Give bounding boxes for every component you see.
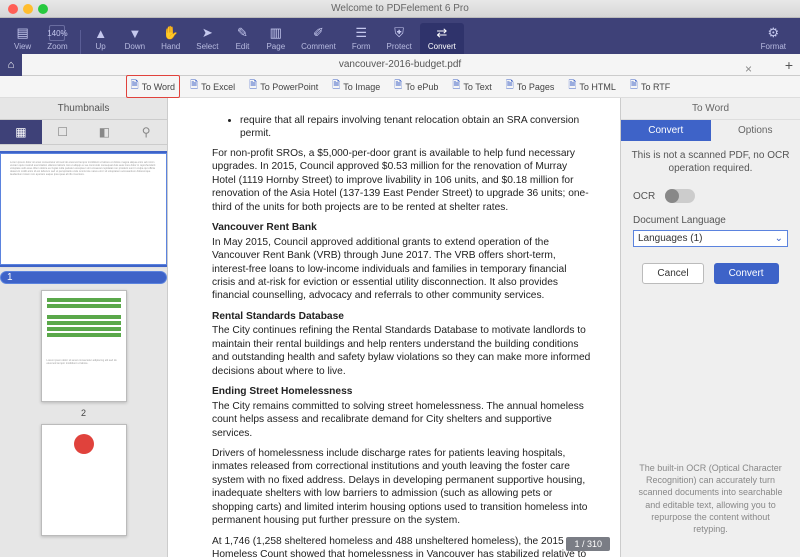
convert-button[interactable]: Convert <box>714 263 779 284</box>
window-title: Welcome to PDFelement 6 Pro <box>0 3 800 14</box>
page-thumbnail-2[interactable]: Lorem ipsum dolor sit amet consectetur a… <box>41 290 127 402</box>
to-html-button[interactable]: 🗎To HTML <box>564 76 620 97</box>
ocr-toggle[interactable] <box>665 189 695 203</box>
tab-options[interactable]: Options <box>711 120 800 141</box>
home-icon: ⌂ <box>8 59 15 71</box>
window-titlebar: Welcome to PDFelement 6 Pro <box>0 0 800 18</box>
text-icon: 🗎 <box>452 78 460 95</box>
form-icon: ☰ <box>353 25 369 41</box>
heading: Ending Street Homelessness <box>212 385 592 398</box>
language-select[interactable]: Languages (1)⌄ <box>633 230 788 247</box>
hand-tool[interactable]: ✋Hand <box>153 23 188 54</box>
image-icon: 🗎 <box>332 78 340 95</box>
close-tab-icon[interactable]: × <box>745 62 752 76</box>
pencil-icon: ✎ <box>234 25 250 41</box>
to-image-button[interactable]: 🗎To Image <box>328 76 384 97</box>
heading: Rental Standards Database <box>212 310 592 323</box>
paragraph: The City remains committed to solving st… <box>212 400 592 440</box>
shield-icon: ⛨ <box>391 25 407 41</box>
to-word-button[interactable]: 🗎To Word <box>126 75 180 98</box>
divider <box>80 30 81 54</box>
paragraph: For non-profit SROs, a $5,000-per-door g… <box>212 147 592 214</box>
page-thumbnail-3[interactable] <box>41 424 127 536</box>
format-icon: ⚙ <box>765 25 781 41</box>
convert-icon: ⇄ <box>434 25 450 41</box>
thumbnail-label-1: 1 <box>0 271 167 284</box>
tab-convert[interactable]: Convert <box>621 120 711 141</box>
to-pages-button[interactable]: 🗎To Pages <box>502 76 559 97</box>
sidebar-mode-tabs: ▦ ☐ ◧ ⚲ <box>0 119 167 145</box>
thumbnail-list: Lorem ipsum dolor sit amet consectetur e… <box>0 145 167 557</box>
ocr-status-message: This is not a scanned PDF, no OCR operat… <box>621 141 800 183</box>
to-powerpoint-button[interactable]: 🗎To PowerPoint <box>245 76 322 97</box>
arrow-down-icon: ▼ <box>127 25 143 41</box>
zoom-value: 140% <box>49 25 65 41</box>
comment-tool[interactable]: ✐Comment <box>293 23 344 54</box>
thumbnail-label-2: 2 <box>81 408 86 418</box>
bullet-item: require that all repairs involving tenan… <box>240 114 592 141</box>
page-tool[interactable]: ▥Page <box>258 23 293 54</box>
epub-icon: 🗎 <box>394 78 402 95</box>
sidebar-title: Thumbnails <box>0 98 167 119</box>
new-tab-button[interactable]: + <box>778 57 800 73</box>
paragraph: In May 2015, Council approved additional… <box>212 236 592 303</box>
chevron-down-icon: ⌄ <box>775 233 783 244</box>
document-viewport[interactable]: require that all repairs involving tenan… <box>168 98 620 557</box>
format-tool[interactable]: ⚙Format <box>753 23 794 54</box>
word-icon: 🗎 <box>131 78 139 95</box>
file-tab[interactable]: vancouver-2016-budget.pdf× <box>22 59 778 70</box>
paragraph: The City continues refining the Rental S… <box>212 324 592 378</box>
ocr-row: OCR <box>621 183 800 209</box>
down-tool[interactable]: ▼Down <box>117 23 153 54</box>
protect-tool[interactable]: ⛨Protect <box>379 23 420 54</box>
up-tool[interactable]: ▲Up <box>85 23 117 54</box>
language-label: Document Language <box>633 215 726 226</box>
ocr-label: OCR <box>633 191 655 202</box>
form-tool[interactable]: ☰Form <box>344 23 379 54</box>
convert-tool[interactable]: ⇄Convert <box>420 23 464 54</box>
hand-icon: ✋ <box>163 25 179 41</box>
panel-title: To Word <box>621 98 800 120</box>
cursor-icon: ➤ <box>199 25 215 41</box>
search-mode-icon[interactable]: ⚲ <box>125 120 167 144</box>
page-content: require that all repairs involving tenan… <box>168 98 620 557</box>
thumbnails-sidebar: Thumbnails ▦ ☐ ◧ ⚲ Lorem ipsum dolor sit… <box>0 98 168 557</box>
heading: Vancouver Rent Bank <box>212 221 592 234</box>
language-row: Document Language Languages (1)⌄ <box>621 209 800 253</box>
view-icon: ▤ <box>15 25 31 41</box>
view-tool[interactable]: ▤View <box>6 23 39 54</box>
thumbnails-mode-icon[interactable]: ▦ <box>0 120 42 144</box>
to-epub-button[interactable]: 🗎To ePub <box>390 76 442 97</box>
select-tool[interactable]: ➤Select <box>188 23 226 54</box>
rtf-icon: 🗎 <box>630 78 638 95</box>
html-icon: 🗎 <box>568 78 576 95</box>
convert-subtoolbar: 🗎To Word 🗎To Excel 🗎To PowerPoint 🗎To Im… <box>0 76 800 98</box>
page-icon: ▥ <box>268 25 284 41</box>
to-rtf-button[interactable]: 🗎To RTF <box>626 76 674 97</box>
excel-icon: 🗎 <box>190 78 198 95</box>
panel-tabs: Convert Options <box>621 120 800 141</box>
panel-buttons: Cancel Convert <box>621 253 800 294</box>
attachments-mode-icon[interactable]: ◧ <box>84 120 126 144</box>
ocr-help-text: The built-in OCR (Optical Character Reco… <box>621 452 800 545</box>
arrow-up-icon: ▲ <box>93 25 109 41</box>
ppt-icon: 🗎 <box>249 78 257 95</box>
convert-panel: To Word Convert Options This is not a sc… <box>620 98 800 557</box>
document-tabbar: ⌂ vancouver-2016-budget.pdf× + <box>0 54 800 76</box>
to-excel-button[interactable]: 🗎To Excel <box>186 76 239 97</box>
paragraph: Drivers of homelessness include discharg… <box>212 447 592 528</box>
bookmarks-mode-icon[interactable]: ☐ <box>42 120 84 144</box>
zoom-tool[interactable]: 140%Zoom <box>39 23 75 54</box>
to-text-button[interactable]: 🗎To Text <box>448 76 495 97</box>
main-toolbar: ▤View 140%Zoom ▲Up ▼Down ✋Hand ➤Select ✎… <box>0 18 800 54</box>
cancel-button[interactable]: Cancel <box>642 263 703 284</box>
comment-icon: ✐ <box>311 25 327 41</box>
page-indicator[interactable]: 1 / 310 <box>566 537 610 551</box>
page-thumbnail-1[interactable]: Lorem ipsum dolor sit amet consectetur e… <box>0 153 167 265</box>
edit-tool[interactable]: ✎Edit <box>226 23 258 54</box>
paragraph: At 1,746 (1,258 sheltered homeless and 4… <box>212 535 592 557</box>
home-tab[interactable]: ⌂ <box>0 54 22 76</box>
pages-icon: 🗎 <box>506 78 514 95</box>
